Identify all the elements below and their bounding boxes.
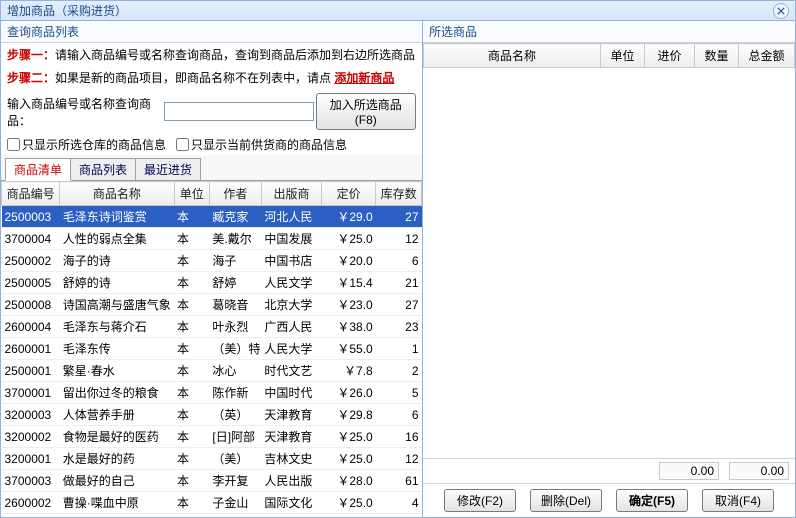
product-tabs: 商品清单 商品列表 最近进货 [1,155,422,181]
grid-col-header[interactable]: 单位 [174,182,209,206]
totals-row: 0.00 0.00 [423,458,795,483]
grid-col-header[interactable]: 出版商 [261,182,321,206]
add-new-product-link[interactable]: 添加新商品 [334,71,394,85]
table-row[interactable]: 2600002曹操·喋血中原本子金山国际文化￥25.04 [2,492,422,514]
step1-text: 请输入商品编号或名称查询商品，查询到商品后添加到右边所选商品 [55,48,415,62]
table-row[interactable]: 2500003毛泽东诗词鉴赏本臧克家河北人民￥29.027 [2,206,422,228]
table-row[interactable]: 2600001毛泽东传本（美）特人民大学￥55.01 [2,338,422,360]
sel-col-header[interactable]: 商品名称 [424,44,601,68]
total-qty: 0.00 [659,462,719,480]
table-row[interactable]: 3700004人性的弱点全集本美.戴尔中国发展￥25.012 [2,228,422,250]
tab-product-table[interactable]: 商品列表 [70,158,136,180]
table-row[interactable]: 3200003人体营养手册本（英）天津教育￥29.86 [2,404,422,426]
tab-recent-purchase[interactable]: 最近进货 [135,158,201,180]
warehouse-only-checkbox[interactable]: 只显示所选仓库的商品信息 [7,136,166,153]
sel-col-header[interactable]: 总金额 [739,44,795,68]
table-row[interactable]: 2500001繁星·春水本冰心时代文艺￥7.82 [2,360,422,382]
sel-col-header[interactable]: 数量 [695,44,739,68]
left-group-title: 查询商品列表 [1,21,422,43]
sel-col-header[interactable]: 单位 [601,44,645,68]
right-group-title: 所选商品 [423,21,795,43]
table-row[interactable]: 2600004毛泽东与蒋介石本叶永烈广西人民￥38.023 [2,316,422,338]
table-row[interactable]: 3200002食物是最好的医药本[日]阿部天津教育￥25.016 [2,426,422,448]
table-row[interactable]: 2500007格律诗写作技巧本王永义青岛出版￥10.05 [2,514,422,518]
table-row[interactable]: 2500002海子的诗本海子中国书店￥20.06 [2,250,422,272]
grid-col-header[interactable]: 商品编号 [2,182,60,206]
selected-grid[interactable]: 商品名称单位进价数量总金额 [423,43,795,68]
delete-button[interactable]: 删除(Del) [530,489,602,512]
grid-col-header[interactable]: 商品名称 [60,182,174,206]
modify-button[interactable]: 修改(F2) [444,489,516,512]
table-row[interactable]: 3700003做最好的自己本李开复人民出版￥28.061 [2,470,422,492]
window-title: 增加商品（采购进货） [7,2,127,19]
table-row[interactable]: 2500008诗国高潮与盛唐气象本葛晓音北京大学￥23.027 [2,294,422,316]
step2-label: 步骤二： [7,71,55,85]
close-icon[interactable] [773,3,789,19]
table-row[interactable]: 3700001留出你过冬的粮食本陈作新中国时代￥26.05 [2,382,422,404]
total-amount: 0.00 [729,462,789,480]
cancel-button[interactable]: 取消(F4) [702,489,774,512]
search-input[interactable] [164,102,314,121]
search-label: 输入商品编号或名称查询商品： [7,95,162,129]
step2-text: 如果是新的商品项目，即商品名称不在列表中，请点 [55,71,331,85]
sel-col-header[interactable]: 进价 [645,44,695,68]
product-grid[interactable]: 商品编号商品名称单位作者出版商定价库存数 2500003毛泽东诗词鉴赏本臧克家河… [1,181,422,517]
confirm-button[interactable]: 确定(F5) [616,489,688,512]
supplier-only-checkbox[interactable]: 只显示当前供货商的商品信息 [176,136,347,153]
table-row[interactable]: 2500005舒婷的诗本舒婷人民文学￥15.421 [2,272,422,294]
grid-col-header[interactable]: 库存数 [376,182,422,206]
grid-col-header[interactable]: 作者 [209,182,261,206]
add-selected-button[interactable]: 加入所选商品(F8) [316,93,416,130]
grid-col-header[interactable]: 定价 [322,182,376,206]
tab-product-list[interactable]: 商品清单 [5,158,71,181]
table-row[interactable]: 3200001水是最好的药本（美）吉林文史￥25.012 [2,448,422,470]
step1-label: 步骤一： [7,48,55,62]
